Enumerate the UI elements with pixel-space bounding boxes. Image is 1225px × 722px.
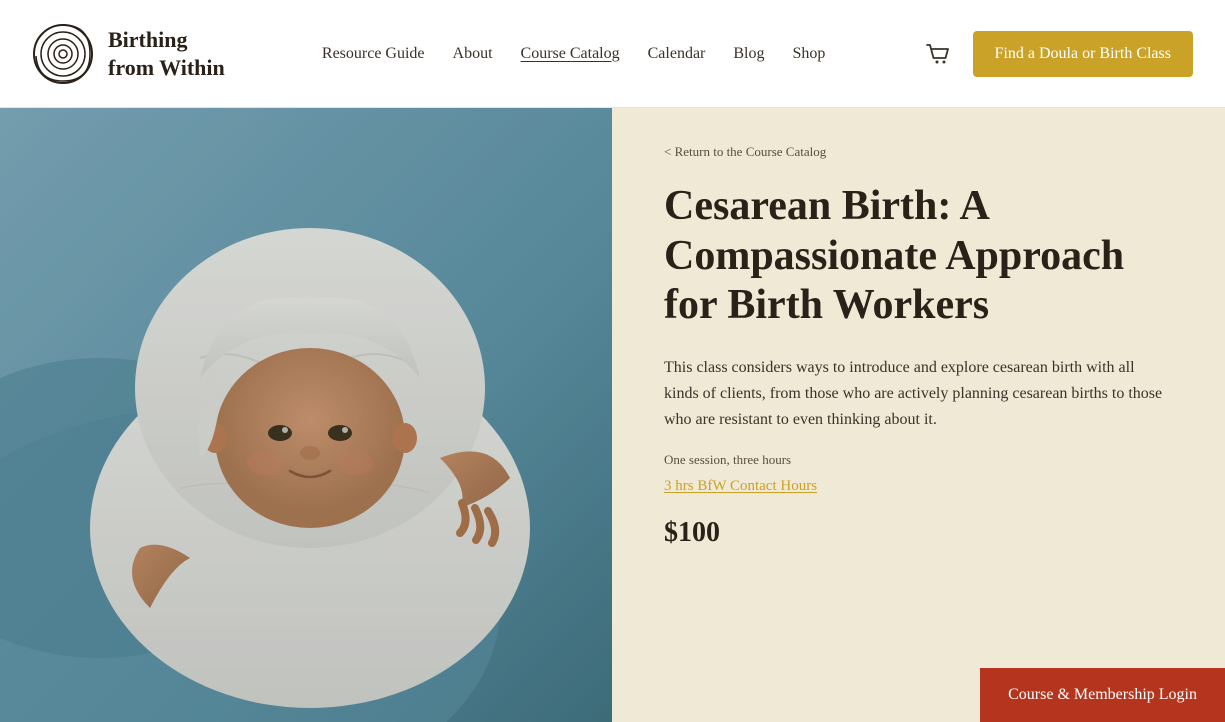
- course-title: Cesarean Birth: A Compassionate Approach…: [664, 182, 1173, 331]
- logo-text: Birthing from Within: [108, 26, 225, 81]
- header-right: Find a Doula or Birth Class: [923, 31, 1193, 77]
- logo-icon: [32, 23, 94, 85]
- back-to-catalog-link[interactable]: < Return to the Course Catalog: [664, 144, 1173, 160]
- nav-course-catalog[interactable]: Course Catalog: [521, 45, 620, 63]
- cart-icon[interactable]: [923, 39, 953, 69]
- nav-blog[interactable]: Blog: [733, 45, 764, 63]
- main-content: < Return to the Course Catalog Cesarean …: [0, 108, 1225, 722]
- nav-resource-guide[interactable]: Resource Guide: [322, 45, 425, 63]
- nav-about[interactable]: About: [453, 45, 493, 63]
- hero-image-panel: [0, 108, 612, 722]
- hero-illustration: [0, 108, 612, 722]
- course-info-panel: < Return to the Course Catalog Cesarean …: [612, 108, 1225, 722]
- course-price: $100: [664, 517, 1173, 549]
- find-doula-button[interactable]: Find a Doula or Birth Class: [973, 31, 1193, 77]
- nav-calendar[interactable]: Calendar: [648, 45, 706, 63]
- membership-login-button[interactable]: Course & Membership Login: [980, 668, 1225, 722]
- nav-shop[interactable]: Shop: [793, 45, 826, 63]
- site-header: Birthing from Within Resource Guide Abou…: [0, 0, 1225, 108]
- contact-hours-link[interactable]: 3 hrs BfW Contact Hours: [664, 478, 1173, 495]
- session-info: One session, three hours: [664, 452, 1173, 468]
- main-nav: Resource Guide About Course Catalog Cale…: [322, 45, 826, 63]
- logo[interactable]: Birthing from Within: [32, 23, 225, 85]
- course-description: This class considers ways to introduce a…: [664, 355, 1173, 434]
